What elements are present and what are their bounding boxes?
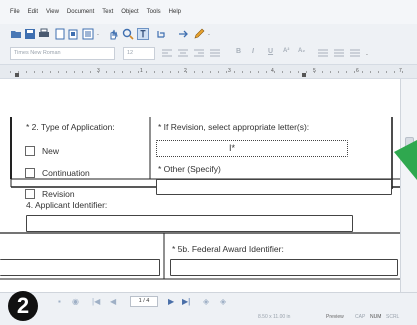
page-navigation-bar: ▪ ◉ |◀ ◀ 1 / 4 ▶ ▶| ◈ ◈ xyxy=(0,292,417,310)
menu-file[interactable]: File xyxy=(10,9,20,15)
first-page-icon[interactable]: |◀ xyxy=(92,296,100,307)
revision-letter-field[interactable]: I* xyxy=(156,140,348,157)
other-specify-field[interactable] xyxy=(156,179,392,195)
ruler-number: 7 xyxy=(399,68,402,74)
forward-icon[interactable]: ◈ xyxy=(220,296,226,307)
federal-award-identifier-field[interactable] xyxy=(170,259,398,276)
caps-lock-status: CAP xyxy=(355,314,366,320)
new-page-icon[interactable] xyxy=(54,28,66,40)
italic-button[interactable]: I xyxy=(252,48,254,55)
menu-edit[interactable]: Edit xyxy=(28,9,38,15)
scroll-lock-status: SCRL xyxy=(386,314,400,320)
ruler-number: 5 xyxy=(313,68,316,74)
menu-view[interactable]: View xyxy=(46,9,59,15)
text-cursor-icon: I* xyxy=(229,143,236,153)
zoom-icon[interactable] xyxy=(122,28,134,40)
pencil-icon[interactable] xyxy=(193,28,205,40)
hand-tool-icon[interactable] xyxy=(108,28,120,40)
new-option-label: New xyxy=(42,146,60,156)
text-select-icon[interactable] xyxy=(137,28,149,40)
ruler-number: 2 xyxy=(184,68,187,74)
align-left-icon[interactable] xyxy=(162,49,172,58)
continuation-option-label: Continuation xyxy=(42,168,90,178)
ruler-ticks xyxy=(10,71,403,77)
font-size-select[interactable]: 12 xyxy=(123,47,155,60)
page-size-status: 8.50 x 11.00 in xyxy=(258,314,291,320)
pages-icon[interactable] xyxy=(68,28,80,40)
ruler-number: 3 xyxy=(228,68,231,74)
ruler-number: 3 xyxy=(97,68,100,74)
superscript-icon[interactable]: A² xyxy=(283,48,289,54)
ruler-number: 1 xyxy=(140,68,143,74)
open-folder-icon[interactable] xyxy=(10,28,22,40)
save-icon[interactable] xyxy=(24,28,36,40)
type-of-application-label: * 2. Type of Application: xyxy=(26,122,115,132)
continuation-checkbox[interactable] xyxy=(25,168,35,178)
bullet-list-icon[interactable] xyxy=(318,49,328,58)
indent-icon[interactable] xyxy=(350,49,360,58)
bold-button[interactable]: B xyxy=(236,48,241,55)
back-icon[interactable]: ◈ xyxy=(203,296,209,307)
print-icon[interactable] xyxy=(38,28,50,40)
align-center-icon[interactable] xyxy=(178,49,188,58)
app-window: File Edit View Document Text Object Tool… xyxy=(0,0,417,325)
revision-option-label: Revision xyxy=(42,189,75,199)
step-number-badge: 2 xyxy=(8,291,38,321)
revision-checkbox[interactable] xyxy=(25,189,35,199)
revision-letter-label: * If Revision, select appropriate letter… xyxy=(158,122,310,132)
menu-text[interactable]: Text xyxy=(102,9,113,15)
new-checkbox[interactable] xyxy=(25,146,35,156)
toolbar-dropdown-arrow[interactable]: . xyxy=(97,30,99,37)
other-specify-label: * Other (Specify) xyxy=(158,164,221,174)
document-page: * 2. Type of Application: * If Revision,… xyxy=(0,79,417,292)
layout-icon[interactable] xyxy=(82,28,94,40)
toolbar-dropdown-arrow-3[interactable]: . xyxy=(366,50,368,57)
menu-bar: File Edit View Document Text Object Tool… xyxy=(0,0,417,24)
underline-button[interactable]: U xyxy=(268,48,273,55)
main-toolbar: . . xyxy=(0,24,417,44)
green-arrow-icon xyxy=(394,140,417,180)
applicant-identifier-field[interactable] xyxy=(26,215,353,232)
subscript-icon[interactable]: A₂ xyxy=(298,48,305,54)
menu-help[interactable]: Help xyxy=(169,9,181,15)
menu-tools[interactable]: Tools xyxy=(147,9,161,15)
last-page-icon[interactable]: ▶| xyxy=(182,296,190,307)
federal-award-identifier-label: * 5b. Federal Award Identifier: xyxy=(172,244,284,254)
view-mode-icon[interactable]: ▪ xyxy=(58,296,61,307)
ruler-number: 6 xyxy=(356,68,359,74)
left-identifier-field[interactable] xyxy=(0,259,160,276)
status-bar: 8.50 x 11.00 in Preview CAP NUM SCRL xyxy=(0,310,417,325)
num-lock-status: NUM xyxy=(370,314,382,320)
mode-status: Preview xyxy=(326,314,344,320)
applicant-identifier-label: 4. Applicant Identifier: xyxy=(26,200,108,210)
horizontal-ruler: 3 1 2 3 4 5 6 7 xyxy=(0,64,417,79)
next-page-icon[interactable]: ▶ xyxy=(168,296,174,307)
font-name-select[interactable]: Times New Roman xyxy=(10,47,115,60)
menu-document[interactable]: Document xyxy=(67,9,94,15)
numbered-list-icon[interactable] xyxy=(334,49,344,58)
zoom-circle-icon[interactable]: ◉ xyxy=(72,296,79,307)
arrow-tool-icon[interactable] xyxy=(178,28,190,40)
vertical-scrollbar[interactable] xyxy=(400,79,417,292)
format-toolbar: Times New Roman 12 B I U A² A₂ . xyxy=(0,44,417,64)
link-tool-icon[interactable] xyxy=(155,28,167,40)
page-number-field[interactable]: 1 / 4 xyxy=(130,296,158,307)
previous-page-icon[interactable]: ◀ xyxy=(110,296,116,307)
menu-object[interactable]: Object xyxy=(121,9,138,15)
justify-icon[interactable] xyxy=(210,49,220,58)
ruler-number: 4 xyxy=(271,68,274,74)
toolbar-dropdown-arrow-2[interactable]: . xyxy=(208,30,210,37)
align-right-icon[interactable] xyxy=(194,49,204,58)
